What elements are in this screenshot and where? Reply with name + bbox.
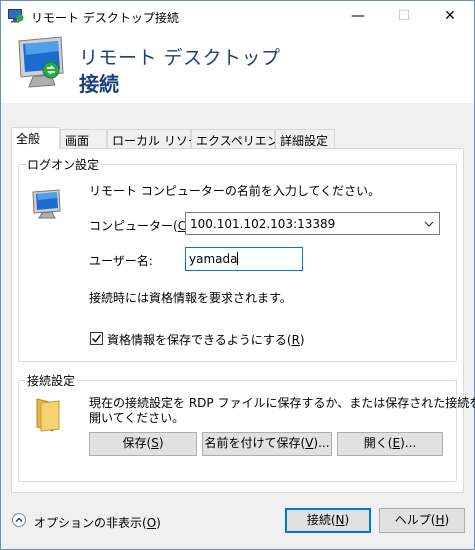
title-bar[interactable]: リモート デスクトップ接続 — ☐ ✕ (1, 1, 474, 33)
save-as-button[interactable]: 名前を付けて保存(V)... (202, 432, 332, 456)
tab-advanced[interactable]: 詳細設定 (275, 129, 335, 149)
open-button[interactable]: 開く(E)... (337, 432, 443, 456)
chevron-up-circle-icon[interactable] (11, 512, 31, 528)
remote-desktop-monitor-icon (18, 36, 64, 88)
username-input[interactable]: yamada (185, 247, 303, 271)
computer-label: コンピューター(C): (89, 219, 195, 233)
username-label: ユーザー名: (89, 254, 153, 268)
window-title: リモート デスクトップ接続 (31, 11, 179, 25)
connection-settings-group: 接続設定 現在の接続設定を RDP ファイルに保存するか、または保存された接続を… (18, 372, 475, 482)
tab-experience[interactable]: エクスペリエンス (191, 129, 291, 149)
folder-icon (36, 398, 60, 432)
chevron-down-icon[interactable] (423, 218, 435, 230)
checkmark-icon (92, 334, 102, 343)
tab-display[interactable]: 画面 (60, 129, 107, 149)
credential-note: 接続時には資格情報を要求されます。 (89, 291, 292, 305)
username-value: yamada (189, 252, 238, 266)
instruction-text: リモート コンピューターの名前を入力してください。 (89, 184, 381, 198)
logon-settings-group: ログオン設定 リモート コンピューターの名前を入力してください。 コンピューター… (18, 156, 457, 362)
computer-value: 100.101.102.103:13389 (190, 217, 336, 231)
help-button[interactable]: ヘルプ(H) (379, 508, 465, 533)
banner-title-line2: 接続 (79, 72, 119, 96)
computer-combobox[interactable]: 100.101.102.103:13389 (185, 212, 440, 235)
save-button[interactable]: 保存(S) (89, 432, 197, 456)
logon-settings-title: ログオン設定 (25, 156, 102, 173)
computer-icon (32, 189, 61, 219)
rdp-window: リモート デスクトップ接続 — ☐ ✕ リモート デスクトップ 接続 全般 画面… (0, 0, 475, 550)
maximize-button[interactable]: ☐ (381, 1, 427, 32)
close-button[interactable]: ✕ (427, 1, 473, 32)
save-credentials-checkbox[interactable] (90, 332, 103, 345)
tab-general[interactable]: 全般 (11, 127, 60, 150)
connection-settings-title: 接続設定 (25, 372, 78, 389)
connect-button[interactable]: 接続(N) (285, 508, 371, 533)
tab-local-resources[interactable]: ローカル リソース (107, 129, 211, 149)
hide-options-link[interactable]: オプションの非表示(O) (34, 514, 161, 531)
tab-panel-general: ログオン設定 リモート コンピューターの名前を入力してください。 コンピューター… (11, 148, 475, 493)
minimize-button[interactable]: — (335, 1, 381, 32)
save-credentials-label[interactable]: 資格情報を保存できるようにする(R) (107, 331, 305, 348)
text-cursor (237, 252, 239, 265)
banner: リモート デスクトップ 接続 (1, 33, 474, 103)
remote-desktop-app-icon (8, 9, 24, 23)
banner-title-line1: リモート デスクトップ (79, 47, 281, 69)
connection-description-line2: 開いてください。 (89, 411, 185, 425)
